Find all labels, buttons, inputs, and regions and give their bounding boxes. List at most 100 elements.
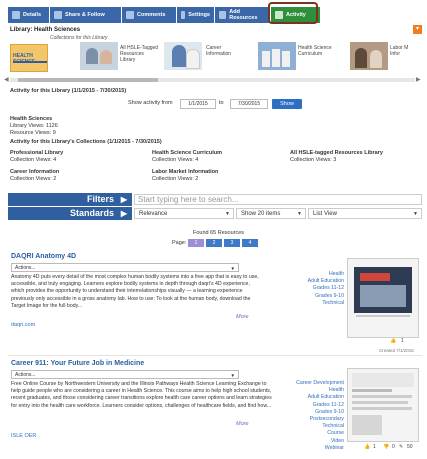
collection-views: Collection Views: 4 [152, 157, 199, 163]
scroll-left-icon[interactable]: ◀ [4, 76, 9, 83]
comments-icon[interactable]: ✎ [399, 444, 403, 450]
result-tags: Health Adult Education Grades 11-12 Grad… [262, 271, 344, 307]
collection-name: Health Science Curriculum [152, 150, 222, 156]
like-icon[interactable]: 👍 [364, 444, 370, 450]
page-button-3[interactable]: 3 [224, 239, 240, 247]
search-input[interactable]: Start typing here to search... [134, 194, 422, 205]
result-link[interactable]: daqri.com [11, 322, 35, 328]
actions-select[interactable]: Actions... ▼ [11, 263, 239, 272]
view-select[interactable]: List View ▼ [308, 208, 422, 219]
tab-settings[interactable]: Settings [177, 7, 215, 23]
tab-label: Share & Follow [65, 12, 105, 18]
scrollbar-thumb[interactable] [18, 78, 158, 82]
page-button-4[interactable]: 4 [242, 239, 258, 247]
tag[interactable]: Grades 9-10 [262, 409, 344, 416]
filters-row: Filters ▶ Start typing here to search... [8, 193, 422, 206]
actions-select[interactable]: Actions... ▼ [11, 370, 239, 379]
result-title[interactable]: DAQRI Anatomy 4D [11, 253, 76, 260]
more-link[interactable]: More [236, 314, 249, 320]
standards-button[interactable]: Standards ▶ [8, 207, 132, 220]
tab-comments[interactable]: Comments [122, 7, 177, 23]
show-button[interactable]: Show [272, 99, 302, 109]
collection-name: Career Information [10, 169, 60, 175]
tag[interactable]: Grades 11-12 [262, 402, 344, 409]
chevron-down-icon: ▼ [230, 373, 235, 378]
result-thumbnail[interactable] [347, 368, 419, 442]
tag[interactable]: Health [262, 271, 344, 278]
collection-views: Collection Views: 4 [10, 157, 57, 163]
result-thumbnail[interactable] [347, 258, 419, 338]
collection-label: All HSLE-Tagged Resources Library [120, 45, 159, 63]
chevron-down-icon: ▼ [225, 211, 230, 217]
results-count: Found 65 Resources [193, 230, 245, 236]
collapse-toggle[interactable]: ▾ [413, 25, 422, 34]
sort-select[interactable]: Relevance ▼ [134, 208, 234, 219]
scroll-right-icon[interactable]: ▶ [416, 76, 421, 83]
likes-count: 1 [401, 338, 404, 344]
collection-label: Labor M Infor [390, 45, 409, 57]
tag[interactable]: Course [262, 430, 344, 437]
page-label: Page: [172, 240, 187, 246]
result-tags: Career Development Health Adult Educatio… [262, 380, 344, 452]
logo-text: HEALTH SCIENCE [13, 53, 35, 65]
collection-views: Collection Views: 3 [290, 157, 337, 163]
collection-thumbnail [164, 42, 202, 70]
tag[interactable]: Video [262, 438, 344, 445]
standards-label: Standards [69, 208, 114, 218]
actions-value: Actions... [15, 372, 36, 378]
tab-label: Details [23, 12, 42, 18]
library-logo: HEALTH SCIENCE [10, 44, 48, 72]
collection-views: Collection Views: 2 [10, 176, 57, 182]
tag[interactable]: Webinar [262, 445, 344, 452]
library-name: Health Sciences [10, 116, 53, 122]
collection-label: Health Science Curriculum [298, 45, 332, 57]
tag[interactable]: Technical [262, 300, 344, 307]
tab-label: Add Resources [229, 9, 258, 21]
tag[interactable]: Grades 9-10 [262, 293, 344, 300]
tag[interactable]: Technical [262, 423, 344, 430]
highlight-box [268, 2, 318, 24]
to-date-input[interactable]: 7/30/2015 [230, 99, 268, 109]
tab-details[interactable]: Details [8, 7, 50, 23]
tab-add-resources[interactable]: Add Resources [215, 7, 271, 23]
result-link[interactable]: ISLE OER [11, 433, 36, 439]
library-title: Library: Health Sciences [10, 27, 81, 33]
filters-label: Filters [86, 194, 114, 204]
gear-icon [181, 11, 186, 19]
tag[interactable]: Postsecondary [262, 416, 344, 423]
activity-heading: Activity for this Library (1/1/2015 - 7/… [10, 88, 127, 94]
tag[interactable]: Adult Education [262, 278, 344, 285]
dislike-icon[interactable]: 👎 [383, 444, 389, 450]
standards-row: Standards ▶ Relevance ▼ Show 20 items ▼ … [8, 207, 422, 220]
result-title[interactable]: Career 911: Your Future Job in Medicine [11, 360, 144, 367]
more-link[interactable]: More [236, 421, 249, 427]
collection-name: All HSLE-tagged Resources Library [290, 150, 383, 156]
result-description: Free Online Course by Northwestern Unive… [11, 381, 272, 409]
details-icon [12, 11, 20, 19]
share-icon [54, 11, 62, 19]
view-value: List View [313, 211, 337, 217]
comments-count: 50 [407, 444, 413, 450]
filters-button[interactable]: Filters ▶ [8, 193, 132, 206]
tag[interactable]: Grades 11-12 [262, 285, 344, 292]
tab-share-follow[interactable]: Share & Follow [50, 7, 122, 23]
tag[interactable]: Career Development [262, 380, 344, 387]
collection-thumbnail [80, 42, 118, 70]
count-select[interactable]: Show 20 items ▼ [236, 208, 306, 219]
collections-activity-heading: Activity for this Library's Collections … [10, 139, 162, 145]
chevron-down-icon: ▼ [297, 211, 302, 217]
tag[interactable]: Adult Education [262, 394, 344, 401]
page-button-2[interactable]: 2 [206, 239, 222, 247]
page-button-1[interactable]: 1 [188, 239, 204, 247]
sort-value: Relevance [139, 211, 168, 217]
collection-thumbnail [258, 42, 296, 70]
chevron-right-icon: ▶ [120, 209, 127, 218]
collection-name: Professional Library [10, 150, 64, 156]
collection-views: Collection Views: 2 [152, 176, 199, 182]
tag[interactable]: Health [262, 387, 344, 394]
like-icon[interactable]: 👍 [390, 338, 396, 344]
from-date-input[interactable]: 1/1/2015 [180, 99, 216, 109]
dislikes-count: 0 [392, 444, 395, 450]
collection-name: Labor Market Information [152, 169, 219, 175]
show-from-label: Show activity from [128, 100, 173, 106]
